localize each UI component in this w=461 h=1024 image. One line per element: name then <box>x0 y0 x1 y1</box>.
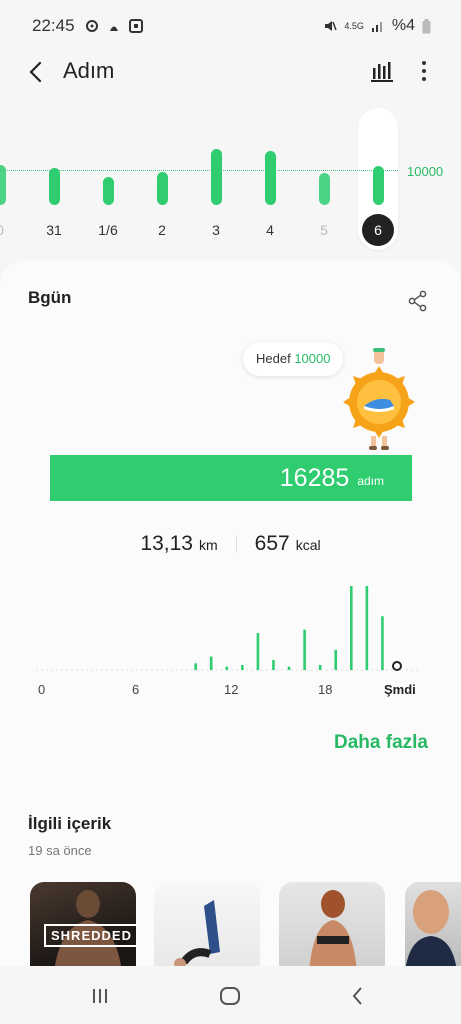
back-button[interactable] <box>22 58 48 86</box>
now-marker <box>392 661 402 671</box>
sync-icon <box>85 20 98 32</box>
goal-prefix: Hedef <box>256 351 291 366</box>
related-content-list: SHREDDED <box>30 882 461 972</box>
yoga-image <box>174 900 220 970</box>
back-icon <box>352 987 362 1005</box>
day-label[interactable]: 6 <box>362 214 394 246</box>
day-label[interactable]: 3 <box>201 222 231 238</box>
day-bar[interactable] <box>0 165 6 205</box>
share-icon <box>408 290 427 312</box>
steps-progress-bar: 16285 adım <box>50 455 412 501</box>
weekly-steps-chart: 10000 0 31 1/6 2 3 4 5 6 <box>0 100 461 260</box>
hourly-chart-svg <box>36 586 420 671</box>
day-label[interactable]: 5 <box>309 222 339 238</box>
goal-line-label: 10000 <box>407 164 444 179</box>
hourly-bar <box>318 664 322 670</box>
hourly-bar <box>272 659 275 670</box>
bar-chart-icon <box>371 62 393 82</box>
page-title: Adım <box>63 58 115 83</box>
day-bar[interactable] <box>373 166 384 205</box>
related-item-yoga[interactable] <box>154 882 260 972</box>
hour-label: 12 <box>224 682 239 697</box>
day-bar[interactable] <box>319 173 330 205</box>
more-link[interactable]: Daha fazla <box>334 732 428 754</box>
day-label[interactable]: 1/6 <box>93 222 123 238</box>
card-title: Bgün <box>28 288 72 307</box>
chevron-left-icon <box>29 61 42 83</box>
fitness-image <box>309 890 357 972</box>
today-card: Bgün Hedef 10000 16285 adım 13,13 km 657… <box>0 260 461 1024</box>
day-label[interactable]: 2 <box>147 222 177 238</box>
hourly-bar <box>365 586 369 670</box>
related-item-fitness[interactable] <box>279 882 385 972</box>
hourly-bar <box>381 616 384 670</box>
recents-button[interactable] <box>88 984 112 1008</box>
hourly-bar <box>194 663 197 670</box>
related-item-trainer[interactable] <box>405 882 461 972</box>
home-icon <box>220 987 240 1005</box>
summary-stats: 13,13 km 657 kcal <box>0 532 461 556</box>
distance-unit: km <box>198 537 218 553</box>
trainer-image <box>405 890 457 972</box>
chart-view-button[interactable] <box>369 58 395 84</box>
hourly-bar <box>334 649 338 670</box>
gesture-icon <box>109 26 118 31</box>
day-label[interactable]: 0 <box>0 222 15 238</box>
hourly-bar <box>350 586 353 670</box>
home-button[interactable] <box>218 984 242 1008</box>
goal-value: 10000 <box>294 351 331 366</box>
battery-icon <box>422 18 431 33</box>
back-nav-button[interactable] <box>346 984 370 1008</box>
system-nav-bar <box>0 966 461 1024</box>
day-label[interactable]: 31 <box>39 222 69 238</box>
calories-value: 657 <box>254 532 290 555</box>
more-options-button[interactable] <box>414 58 434 84</box>
day-bar[interactable] <box>49 168 60 205</box>
day-label[interactable]: 4 <box>255 222 285 238</box>
hour-label: 0 <box>38 682 46 697</box>
status-bar: 22:45 4.5G %4 <box>0 0 461 52</box>
hourly-bar <box>287 666 291 670</box>
day-bar[interactable] <box>103 177 114 205</box>
signal-icon <box>371 22 382 32</box>
battery-label: %4 <box>391 17 415 34</box>
thumb-badge: SHREDDED <box>44 924 136 947</box>
stats-divider <box>235 535 237 553</box>
hourly-bar <box>241 664 244 670</box>
app-bar: Adım <box>0 52 461 92</box>
steps-unit: adım <box>357 474 384 488</box>
hourly-bar <box>225 666 229 670</box>
hourly-steps-chart: 0 6 12 18 Şmdi <box>28 578 438 698</box>
related-item-shredded[interactable]: SHREDDED <box>30 882 136 972</box>
hour-label: Şmdi <box>384 682 416 697</box>
network-label: 4.5G <box>344 21 364 31</box>
app-icon <box>128 19 143 33</box>
status-time: 22:45 <box>32 16 75 35</box>
steps-count: 16285 <box>279 463 350 492</box>
hour-label: 18 <box>318 682 333 697</box>
distance-value: 13,13 <box>140 532 193 555</box>
related-subtitle: 19 sa önce <box>28 843 92 858</box>
share-button[interactable] <box>407 290 429 312</box>
day-bar[interactable] <box>157 172 168 205</box>
goal-mascot-illustration <box>343 348 415 450</box>
calories-unit: kcal <box>295 537 321 553</box>
related-title: İlgili içerik <box>28 814 112 833</box>
day-bar[interactable] <box>265 151 276 205</box>
recents-icon <box>93 989 107 1003</box>
mute-icon <box>325 21 338 31</box>
goal-bubble: Hedef 10000 <box>243 342 344 376</box>
hour-label: 6 <box>132 682 140 697</box>
day-bar[interactable] <box>211 149 222 205</box>
hourly-bar <box>209 656 213 670</box>
hourly-bar <box>303 629 306 670</box>
hourly-bar <box>256 633 260 670</box>
